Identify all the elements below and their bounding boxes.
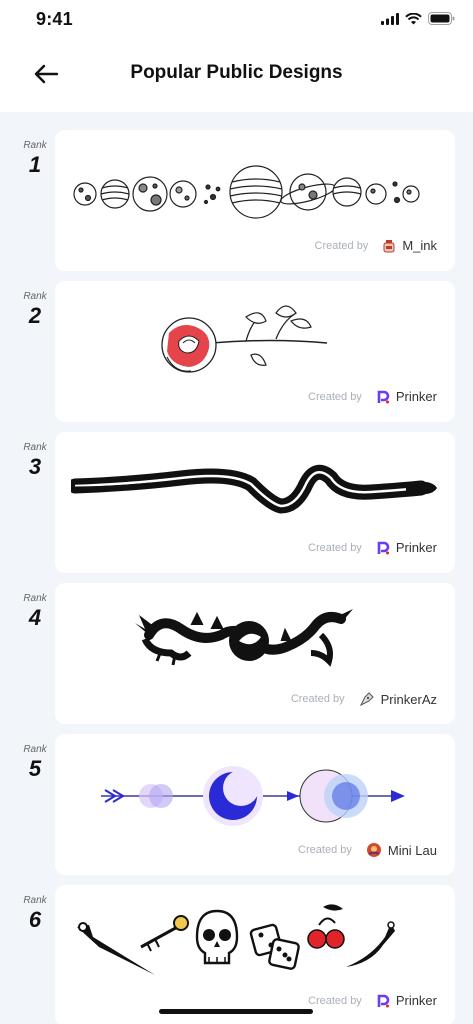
skull-dice-dagger-design bbox=[77, 904, 395, 975]
status-time: 9:41 bbox=[36, 9, 73, 29]
design-card[interactable]: Created by Prinker bbox=[55, 281, 455, 422]
list-item: Rank 4 Created by PrinkerAz bbox=[0, 583, 473, 725]
rank-number: 3 bbox=[28, 454, 42, 479]
battery-icon bbox=[428, 12, 455, 25]
created-by-label: Created by bbox=[298, 844, 352, 856]
prinker-logo-icon bbox=[377, 390, 390, 403]
home-indicator bbox=[159, 1009, 313, 1014]
creator-credit[interactable]: Created by Prinker bbox=[308, 389, 437, 404]
creator-name: PrinkerAz bbox=[380, 691, 437, 707]
pen-nib-icon bbox=[359, 692, 374, 707]
list-item: Rank 5 Created by Mini Lau bbox=[0, 734, 473, 876]
rank-label: Rank bbox=[23, 291, 47, 302]
list-item: Rank 3 Created by Prinker bbox=[0, 432, 473, 574]
design-card[interactable]: Created by Mini Lau bbox=[55, 734, 455, 875]
design-card[interactable]: Created by Prinker bbox=[55, 885, 455, 1024]
wifi-icon bbox=[405, 12, 422, 24]
status-bar: 9:41 bbox=[0, 0, 473, 44]
rank-number: 5 bbox=[28, 756, 42, 781]
creator-name: Prinker bbox=[395, 389, 437, 404]
creator-credit[interactable]: Created by Prinker bbox=[308, 540, 437, 555]
cellular-signal-icon bbox=[381, 12, 399, 25]
list-item: Rank 6 Created by Prinker bbox=[0, 885, 473, 1024]
rank-label: Rank bbox=[23, 593, 47, 604]
rank-label: Rank bbox=[23, 895, 47, 906]
created-by-label: Created by bbox=[290, 693, 345, 705]
rank-number: 1 bbox=[28, 152, 42, 177]
rank-number: 2 bbox=[28, 303, 42, 328]
status-icons bbox=[381, 12, 455, 25]
creator-name: Prinker bbox=[395, 540, 437, 555]
design-card[interactable]: Created by Prinker bbox=[55, 432, 455, 573]
header: Popular Public Designs bbox=[0, 44, 473, 112]
creator-credit[interactable]: Created by PrinkerAz bbox=[291, 691, 437, 707]
creator-name: M_ink bbox=[402, 238, 437, 253]
rank-label: Rank bbox=[23, 442, 47, 453]
creator-credit[interactable]: Created by M_ink bbox=[315, 238, 438, 253]
design-card[interactable]: Created by PrinkerAz bbox=[55, 583, 455, 724]
snake-design bbox=[71, 464, 437, 514]
creator-name: Mini Lau bbox=[387, 842, 437, 858]
creator-credit[interactable]: Created by Mini Lau bbox=[298, 842, 437, 858]
mini-lau-avatar-icon bbox=[366, 843, 381, 857]
rank-label: Rank bbox=[23, 744, 47, 755]
rank-label: Rank bbox=[23, 140, 47, 151]
created-by-label: Created by bbox=[314, 239, 369, 252]
rank-number: 6 bbox=[28, 907, 42, 932]
prinker-logo-icon bbox=[377, 994, 390, 1007]
ink-bottle-icon bbox=[383, 239, 395, 252]
dragon-design bbox=[135, 609, 353, 667]
moon-arrow-design bbox=[101, 766, 405, 826]
planets-row-design bbox=[73, 165, 420, 219]
creator-name: Prinker bbox=[395, 993, 437, 1008]
list-item: Rank 1 Created by M_ink bbox=[0, 130, 473, 272]
prinker-logo-icon bbox=[377, 541, 390, 554]
design-card[interactable]: Created by M_ink bbox=[55, 130, 455, 271]
created-by-label: Created by bbox=[308, 541, 362, 554]
rank-number: 4 bbox=[28, 605, 42, 630]
rose-design bbox=[161, 305, 328, 373]
creator-credit[interactable]: Created by Prinker bbox=[308, 993, 437, 1008]
list-item: Rank 2 Created by Prinker bbox=[0, 281, 473, 423]
created-by-label: Created by bbox=[308, 994, 362, 1007]
created-by-label: Created by bbox=[308, 390, 362, 403]
page-title: Popular Public Designs bbox=[130, 62, 343, 83]
